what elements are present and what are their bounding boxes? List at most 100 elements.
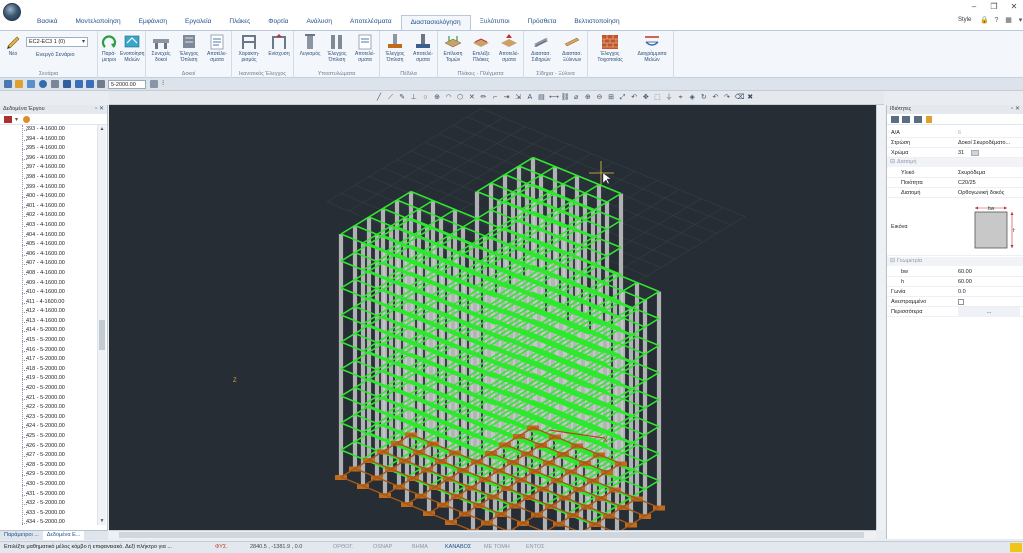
tree-item[interactable]: 430 - 5-2000.00 [0, 480, 96, 490]
tree-scrollbar[interactable]: ▲ ▼ [97, 125, 106, 525]
tab-design[interactable]: Διαστασιολόγηση [400, 15, 471, 30]
tab-results[interactable]: Αποτελέσματα [341, 15, 401, 30]
slab-select-button[interactable]: Επιλέξε Πλάκες [468, 33, 494, 63]
buckling-button[interactable]: Λυγισμός [296, 33, 324, 57]
level-up-icon[interactable] [75, 80, 83, 88]
snap-icon[interactable]: ⌖ [677, 94, 685, 102]
tab-tools[interactable]: Εργαλεία [176, 15, 220, 30]
tree-item[interactable]: 431 - 5-2000.00 [0, 490, 96, 500]
dimension-icon[interactable]: ⊥ [410, 94, 418, 102]
tree-item[interactable]: 432 - 5-2000.00 [0, 499, 96, 509]
extend-icon[interactable]: ⇥ [503, 94, 511, 102]
tree-item[interactable]: 395 - 4-1600.00 [0, 144, 96, 154]
text-icon[interactable]: A [526, 94, 534, 102]
prop-row-layer[interactable]: Στρώση Δοκοί Σκυροδέματο... [887, 138, 1023, 148]
tree-item[interactable]: 408 - 4-1600.00 [0, 269, 96, 279]
zoom-extents-icon[interactable]: ⤢ [619, 94, 627, 102]
footing-results-button[interactable]: Αποτελέ- σματα [410, 33, 436, 63]
tree-item[interactable]: 425 - 5-2000.00 [0, 432, 96, 442]
viewport-vertical-scrollbar[interactable] [876, 105, 885, 530]
tab-modeling[interactable]: Μοντελοποίηση [66, 15, 129, 30]
layout-icon[interactable]: ▦ [1004, 16, 1013, 25]
prop-row-section[interactable]: Διατομή Ορθογωνική δοκός [887, 188, 1023, 198]
hexagon-icon[interactable]: ⬡ [456, 94, 464, 102]
prop-row-bw[interactable]: bw 60.00 [887, 267, 1023, 277]
app-logo[interactable] [3, 3, 21, 21]
scroll-up-icon[interactable]: ▲ [98, 126, 106, 132]
prop-row-color[interactable]: Χρώμα 31 [887, 148, 1023, 158]
tree-item[interactable]: 418 - 5-2000.00 [0, 365, 96, 375]
footing-check-button[interactable]: Έλεγχος Όπλιση [382, 33, 408, 63]
tab-slabs[interactable]: Πλάκες [220, 15, 259, 30]
prop-row-inverted[interactable]: Ανεστραμμένο [887, 297, 1023, 307]
tree-item[interactable]: 393 - 4-1600.00 [0, 125, 96, 135]
tree-item[interactable]: 427 - 5-2000.00 [0, 451, 96, 461]
list-icon[interactable] [914, 116, 922, 123]
structure-model[interactable]: X Z [109, 105, 884, 530]
style-menu[interactable]: Style [958, 17, 971, 23]
viewport-horizontal-scrollbar[interactable] [109, 530, 876, 539]
trim-icon[interactable]: ⌐ [491, 94, 499, 102]
tree-item[interactable]: 424 - 5-2000.00 [0, 422, 96, 432]
tree-item[interactable]: 420 - 5-2000.00 [0, 384, 96, 394]
tree-item[interactable]: 400 - 4-1600.00 [0, 192, 96, 202]
status-mode[interactable]: ΦΥΣ. [215, 542, 228, 553]
categorized-icon[interactable] [891, 116, 899, 123]
eyedropper-icon[interactable]: ⌀ [572, 94, 580, 102]
tree-item[interactable]: 405 - 4-1600.00 [0, 240, 96, 250]
tree-item[interactable]: 406 - 4-1600.00 [0, 250, 96, 260]
member-diagrams-button[interactable]: Διαγράμματα Μελών [632, 33, 672, 63]
target-icon[interactable]: ⊕ [433, 94, 441, 102]
offset-icon[interactable]: ⇲ [514, 94, 522, 102]
delete-icon[interactable]: ✖ [746, 94, 754, 102]
column-check-button[interactable]: Έλεγχος Όπλιση [324, 33, 350, 63]
tree-item[interactable]: 407 - 4-1600.00 [0, 259, 96, 269]
snap-inside-toggle[interactable]: ΕΝΤΟΣ [526, 542, 545, 553]
tree-item[interactable]: 421 - 5-2000.00 [0, 394, 96, 404]
tab-view[interactable]: Εμφάνιση [130, 15, 176, 30]
level-icon[interactable] [97, 80, 105, 88]
prop-row-angle[interactable]: Γωνία 0.0 [887, 287, 1023, 297]
tree-item[interactable]: 402 - 4-1600.00 [0, 211, 96, 221]
tree-item[interactable]: 433 - 5-2000.00 [0, 509, 96, 519]
globe-icon[interactable] [39, 80, 47, 88]
close-button[interactable]: ✕ [1009, 2, 1019, 12]
undo-view-icon[interactable]: ↶ [711, 94, 719, 102]
zoom-window-icon[interactable]: ⊞ [607, 94, 615, 102]
category-geometry[interactable]: Γεωμετρία [887, 257, 1023, 266]
link-icon[interactable]: ⛓ [561, 94, 570, 102]
prop-row-quality[interactable]: Ποιότητα C20/25 [887, 178, 1023, 188]
prop-row-h[interactable]: h 60.00 [887, 277, 1023, 287]
undo-icon[interactable] [4, 80, 12, 88]
level-down-icon[interactable] [86, 80, 94, 88]
tree-item[interactable]: 434 - 5-2000.00 [0, 518, 96, 525]
pin-icon[interactable]: ▫ [95, 106, 97, 112]
tab-optimization[interactable]: Βελτιστοποίηση [565, 15, 628, 30]
tab-addons[interactable]: Πρόσθετα [519, 15, 566, 30]
tree-item[interactable]: 419 - 5-2000.00 [0, 374, 96, 384]
tree-item[interactable]: 429 - 5-2000.00 [0, 470, 96, 480]
clear-icon[interactable]: ⌫ [735, 94, 745, 102]
slab-sections-button[interactable]: Επίλυση Τομών [440, 33, 466, 63]
tree-item[interactable]: 426 - 5-2000.00 [0, 442, 96, 452]
open-icon[interactable] [15, 80, 23, 88]
tree-item[interactable]: 401 - 4-1600.00 [0, 202, 96, 212]
prop-row-material[interactable]: Υλικό Σκυρόδεμα [887, 168, 1023, 178]
refresh-icon[interactable]: ↻ [700, 94, 708, 102]
print-icon[interactable] [51, 80, 59, 88]
pan-icon[interactable]: ✥ [642, 94, 650, 102]
tree-item[interactable]: 417 - 5-2000.00 [0, 355, 96, 365]
tree-item[interactable]: 396 - 4-1600.00 [0, 154, 96, 164]
parameters-button[interactable]: Παρά- μετροι [100, 33, 118, 63]
sort-icon[interactable] [902, 116, 910, 123]
line-icon[interactable]: ╱ [375, 94, 383, 102]
minimize-button[interactable]: – [969, 2, 979, 12]
tree-dropdown-icon[interactable]: ▾ [15, 116, 18, 123]
beam-check-button[interactable]: Έλεγχος Όπλιση [176, 33, 202, 63]
tab-project-data[interactable]: Δεδομένα Ε... [42, 531, 85, 540]
continuous-beams-button[interactable]: Συνεχείς δοκοί [148, 33, 174, 63]
filter-icon[interactable]: ⏚ [665, 94, 673, 102]
arc-icon[interactable]: ◠ [445, 94, 453, 102]
tree-item[interactable]: 394 - 4-1600.00 [0, 135, 96, 145]
table-icon[interactable]: ▤ [537, 94, 545, 102]
